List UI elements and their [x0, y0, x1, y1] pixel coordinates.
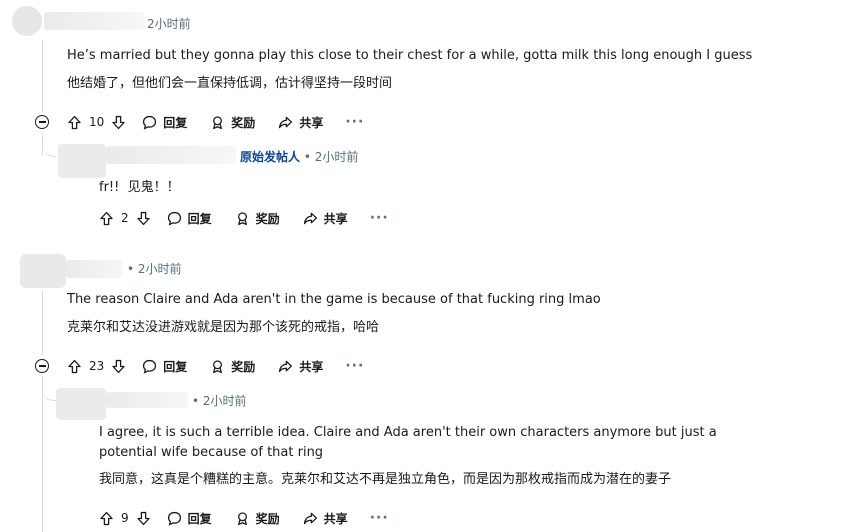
more-options-icon[interactable]: ··· [345, 358, 364, 374]
comment-body-zh: 见鬼！！ [127, 180, 180, 195]
vote-count: 10 [89, 115, 105, 129]
vote-count: 23 [89, 359, 105, 373]
more-options-icon[interactable]: ··· [370, 510, 389, 526]
share-button[interactable]: 共享 [277, 358, 323, 375]
collapse-thread-button[interactable] [35, 115, 49, 129]
upvote-icon[interactable] [66, 358, 83, 375]
award-button[interactable]: 奖励 [234, 210, 280, 227]
downvote-icon[interactable] [135, 510, 152, 527]
vote-group: 9 [98, 510, 152, 527]
share-button[interactable]: 共享 [277, 114, 323, 131]
comment-body-en: fr!! [99, 180, 120, 195]
reply-button[interactable]: 回复 [166, 510, 212, 527]
avatar[interactable] [20, 254, 66, 288]
reply-button[interactable]: 回复 [166, 210, 212, 227]
upvote-icon[interactable] [98, 510, 115, 527]
comment-time: • 2小时前 [303, 150, 359, 164]
downvote-icon[interactable] [110, 114, 127, 131]
share-icon [302, 210, 319, 227]
avatar[interactable] [58, 144, 106, 178]
username-redacted[interactable] [66, 260, 122, 278]
vote-group: 10 [66, 114, 127, 131]
upvote-icon[interactable] [66, 114, 83, 131]
share-icon [277, 114, 294, 131]
comment-body-en: I agree, it is such a terrible idea. Cla… [99, 425, 717, 460]
comment-actions: 9 回复 奖励 共享 ··· [98, 506, 389, 530]
vote-group: 23 [66, 358, 127, 375]
award-icon [234, 510, 251, 527]
share-icon [277, 358, 294, 375]
comment-body: fr!! 见鬼！！ [99, 178, 180, 198]
comment-bubble-icon [166, 210, 183, 227]
comment-bubble-icon [141, 358, 158, 375]
comment-body-en: The reason Claire and Ada aren't in the … [67, 292, 601, 307]
downvote-icon[interactable] [110, 358, 127, 375]
more-options-icon[interactable]: ··· [370, 210, 389, 226]
share-button[interactable]: 共享 [302, 210, 348, 227]
comment-time: 2小时前 [147, 17, 191, 31]
username-redacted[interactable] [106, 392, 188, 408]
thread-line [42, 290, 43, 356]
thread-connector [42, 380, 56, 401]
avatar[interactable] [56, 388, 106, 420]
comment-actions: 23 回复 奖励 共享 ··· [66, 354, 364, 378]
vote-count: 9 [121, 511, 129, 525]
share-button[interactable]: 共享 [302, 510, 348, 527]
comment-time: • 2小时前 [127, 262, 182, 276]
comment-body-zh: 我同意，这真是个糟糕的主意。克莱尔和艾达不再是独立角色，而是因为那枚戒指而成为潜… [99, 472, 672, 487]
comment-actions: 2 回复 奖励 共享 ··· [98, 206, 389, 230]
award-button[interactable]: 奖励 [234, 510, 280, 527]
upvote-icon[interactable] [98, 210, 115, 227]
more-options-icon[interactable]: ··· [345, 114, 364, 130]
share-icon [302, 510, 319, 527]
thread-line [42, 40, 43, 112]
award-icon [209, 358, 226, 375]
vote-count: 2 [121, 211, 129, 225]
vote-group: 2 [98, 210, 152, 227]
award-icon [209, 114, 226, 131]
comment-time: • 2小时前 [192, 394, 247, 408]
comment-actions: 10 回复 奖励 共享 ··· [66, 110, 364, 134]
downvote-icon[interactable] [135, 210, 152, 227]
comment-bubble-icon [141, 114, 158, 131]
op-badge: 原始发帖人 [240, 150, 301, 164]
comment-body-zh: 克莱尔和艾达没进游戏就是因为那个该死的戒指，哈哈 [67, 320, 380, 335]
thread-connector [42, 135, 56, 157]
reply-button[interactable]: 回复 [141, 358, 187, 375]
award-button[interactable]: 奖励 [209, 358, 255, 375]
avatar[interactable] [12, 6, 42, 36]
username-redacted[interactable] [106, 146, 236, 164]
comment-meta: 原始发帖人 • 2小时前 [240, 148, 358, 165]
award-icon [234, 210, 251, 227]
thread-line [42, 376, 43, 532]
collapse-thread-button[interactable] [35, 359, 49, 373]
username-redacted[interactable] [44, 12, 144, 30]
award-button[interactable]: 奖励 [209, 114, 255, 131]
comment-body-zh: 他结婚了，但他们会一直保持低调，估计得坚持一段时间 [67, 76, 393, 91]
comment-bubble-icon [166, 510, 183, 527]
reply-button[interactable]: 回复 [141, 114, 187, 131]
comment-body-en: He’s married but they gonna play this cl… [67, 48, 753, 63]
